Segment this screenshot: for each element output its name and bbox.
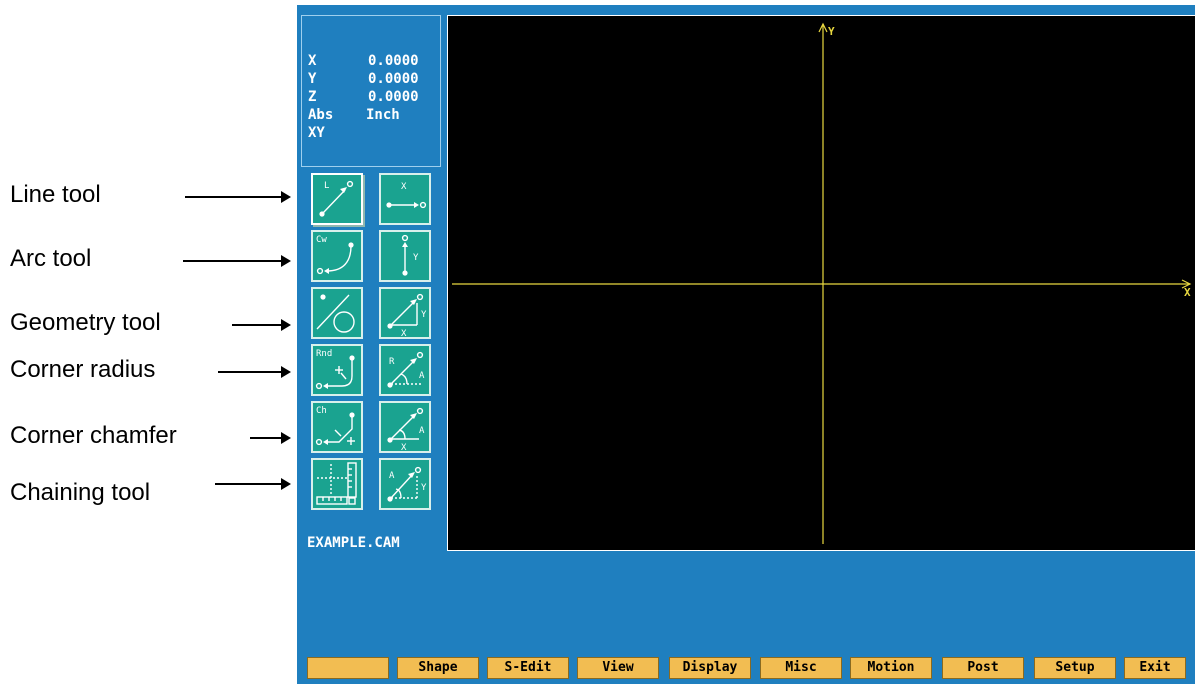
corner-radius-label: Rnd: [316, 349, 332, 359]
x-axis-label: X: [1184, 286, 1191, 299]
cam-application-window: X 0.0000 Y 0.0000 Z 0.0000 Abs Inch XY L: [297, 5, 1195, 684]
vertical-line-icon: Y: [401, 234, 419, 276]
coord-row-x: X 0.0000: [308, 52, 419, 70]
horizontal-line-button[interactable]: X: [379, 173, 431, 225]
y-axis-label: Y: [828, 25, 835, 38]
callout-label: Corner radius: [10, 356, 156, 383]
callout-label: Line tool: [10, 181, 101, 208]
menu-blank-button[interactable]: [307, 657, 389, 679]
menu-post-button[interactable]: Post: [942, 657, 1024, 679]
coord-x-value: 0.0000: [368, 53, 419, 69]
chaining-tool-button[interactable]: [311, 458, 363, 510]
coord-row-mode: Abs Inch: [308, 106, 400, 124]
radius-angle-line-button[interactable]: R A: [379, 344, 431, 396]
menu-shape-button[interactable]: Shape: [397, 657, 479, 679]
angle-y-angle-letter: A: [389, 471, 395, 481]
corner-radius-icon: Rnd: [315, 349, 355, 390]
drawing-canvas[interactable]: Y X: [447, 15, 1195, 551]
delta-x-letter: X: [401, 329, 407, 337]
vertical-line-label: Y: [413, 253, 419, 263]
line-tool-button[interactable]: L: [311, 173, 363, 225]
callout-arrow: [232, 319, 291, 331]
callout-arrow: [183, 255, 291, 267]
callout-label: Chaining tool: [10, 479, 151, 506]
callout-arrow: [215, 478, 291, 490]
menu-exit-button[interactable]: Exit: [1124, 657, 1186, 679]
menu-motion-button[interactable]: Motion: [850, 657, 932, 679]
coord-units: Inch: [366, 107, 400, 123]
coord-z-label: Z: [308, 89, 317, 105]
angle-x-line-button[interactable]: A X: [379, 401, 431, 453]
menu-misc-button[interactable]: Misc: [760, 657, 842, 679]
callout-label: Arc tool: [10, 245, 92, 272]
angle-y-line-button[interactable]: A Y: [379, 458, 431, 510]
coord-row-y: Y 0.0000: [308, 70, 419, 88]
coord-x-label: X: [308, 53, 317, 69]
coord-plane: XY: [308, 125, 325, 141]
coord-y-value: 0.0000: [368, 71, 419, 87]
coord-z-value: 0.0000: [368, 89, 419, 105]
angle-y-y-letter: Y: [421, 483, 427, 493]
callout-arrow: [185, 191, 291, 203]
angle-x-angle-letter: A: [419, 426, 425, 436]
angle-x-x-letter: X: [401, 443, 407, 451]
corner-chamfer-button[interactable]: Ch: [311, 401, 363, 453]
callout-arrow: [250, 432, 291, 444]
coordinate-readout-panel: X 0.0000 Y 0.0000 Z 0.0000 Abs Inch XY: [301, 15, 441, 167]
corner-radius-button[interactable]: Rnd: [311, 344, 363, 396]
horizontal-line-label: X: [401, 182, 407, 192]
callout-label: Geometry tool: [10, 309, 161, 336]
coord-row-z: Z 0.0000: [308, 88, 419, 106]
vertical-line-button[interactable]: Y: [379, 230, 431, 282]
callout-label: Corner chamfer: [10, 422, 177, 449]
delta-xy-line-button[interactable]: Y X: [379, 287, 431, 339]
corner-chamfer-icon: Ch: [315, 406, 355, 446]
horizontal-line-icon: X: [386, 182, 427, 209]
function-key-menu-bar: Shape S-Edit View Display Misc Motion Po…: [297, 657, 1195, 679]
arc-tool-button[interactable]: Cw: [311, 230, 363, 282]
callout-arrow: [218, 366, 291, 378]
menu-s-edit-button[interactable]: S-Edit: [487, 657, 569, 679]
file-name: EXAMPLE.CAM: [307, 535, 400, 551]
line-tool-icon: L: [319, 180, 354, 217]
corner-chamfer-label: Ch: [316, 406, 327, 416]
radius-angle-icon: R A: [387, 351, 425, 388]
delta-y-letter: Y: [421, 310, 427, 320]
arc-tool-label: Cw: [316, 235, 327, 245]
menu-setup-button[interactable]: Setup: [1034, 657, 1116, 679]
chaining-tool-icon: [316, 462, 357, 505]
arc-tool-icon: Cw: [316, 235, 354, 275]
geometry-tool-icon: [316, 294, 355, 333]
geometry-tool-button[interactable]: [311, 287, 363, 339]
radius-letter: R: [389, 357, 395, 367]
angle-letter: A: [419, 371, 425, 381]
menu-view-button[interactable]: View: [577, 657, 659, 679]
tool-palette: L Cw Rnd Ch X Y Y X R A A X A Y: [301, 169, 441, 519]
angle-x-icon: A X: [387, 407, 425, 451]
coord-y-label: Y: [308, 71, 317, 87]
delta-xy-icon: Y X: [387, 293, 427, 337]
canvas-axes: Y X: [452, 22, 1192, 544]
coord-mode: Abs: [308, 107, 334, 123]
angle-y-icon: A Y: [387, 466, 427, 502]
line-tool-letter: L: [324, 181, 329, 191]
menu-display-button[interactable]: Display: [669, 657, 751, 679]
